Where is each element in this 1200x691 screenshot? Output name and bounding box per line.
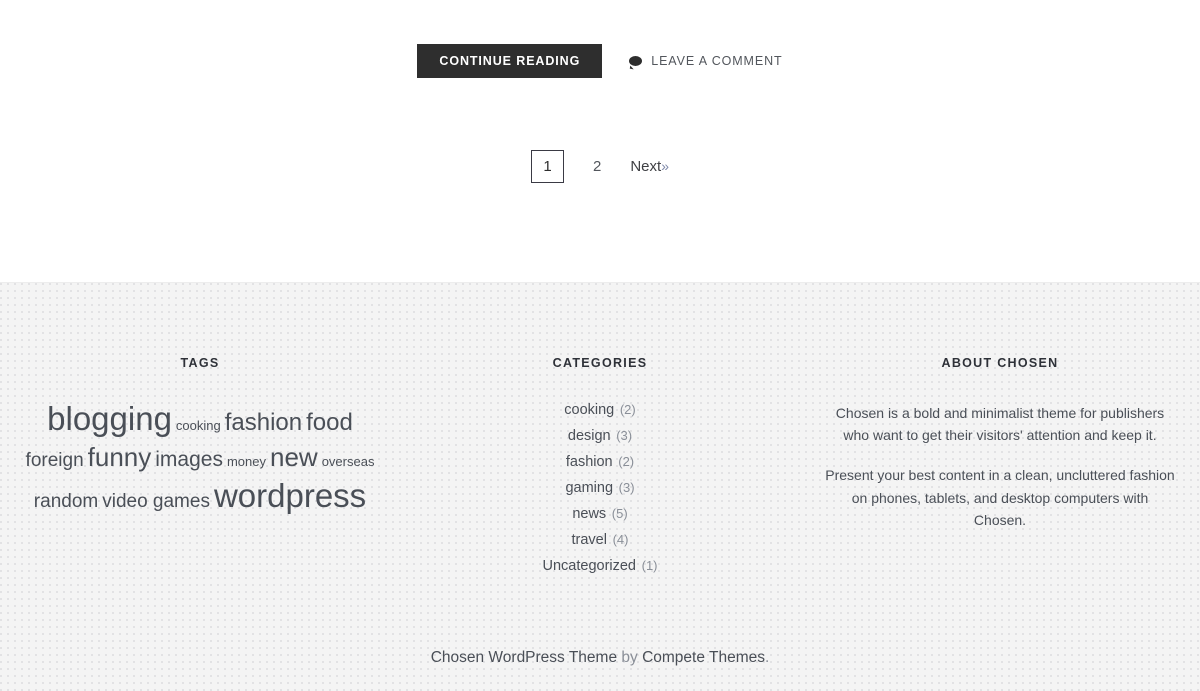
category-link-news[interactable]: news	[572, 506, 606, 522]
pagination-page-2[interactable]: 2	[593, 159, 601, 174]
tag-link-random[interactable]: random	[34, 492, 98, 512]
pagination: 1 2 Next»	[0, 150, 1200, 183]
category-link-gaming[interactable]: gaming	[565, 480, 613, 496]
category-list-item: cooking (2)	[400, 402, 800, 418]
category-list-item: travel (4)	[400, 532, 800, 548]
tag-link-cooking[interactable]: cooking	[176, 418, 221, 433]
tag-cloud-row: blogging cooking fashion food	[18, 401, 382, 437]
widget-categories: Categories cooking (2) design (3) fashion …	[400, 283, 800, 583]
widget-tags-title: Tags	[180, 356, 220, 370]
tag-link-fashion[interactable]: fashion	[225, 409, 302, 434]
credit-period: .	[764, 648, 770, 666]
tag-link-video-games[interactable]: video games	[102, 492, 210, 512]
category-list-item: news (5)	[400, 506, 800, 522]
category-link-cooking[interactable]: cooking	[564, 402, 614, 418]
about-paragraph-1: Chosen is a bold and minimalist theme fo…	[835, 404, 1165, 444]
category-link-fashion[interactable]: fashion	[566, 454, 613, 470]
widget-about: About Chosen Chosen is a bold and minima…	[800, 283, 1200, 583]
widget-about-title: About Chosen	[941, 356, 1059, 370]
widget-categories-title: Categories	[552, 356, 648, 370]
site-footer: Tags blogging cooking fashion food foreign fu…	[0, 282, 1200, 691]
theme-link[interactable]: Chosen WordPress Theme	[431, 649, 617, 666]
category-link-design[interactable]: design	[568, 428, 611, 444]
category-count: (1)	[638, 557, 658, 573]
widget-tags: Tags blogging cooking fashion food foreign fu…	[0, 283, 400, 583]
credit-by-text: by	[617, 648, 643, 666]
tag-link-funny[interactable]: funny	[88, 443, 152, 471]
pagination-next-link[interactable]: Next»	[630, 159, 669, 174]
post-actions: Continue Reading Leave a Comment	[0, 44, 1200, 78]
tag-link-money[interactable]: money	[227, 455, 266, 469]
tag-cloud-row: random video games wordpress	[18, 479, 382, 514]
tag-link-wordpress[interactable]: wordpress	[214, 479, 366, 514]
pagination-next-label: Next	[630, 158, 662, 175]
author-link[interactable]: Compete Themes	[642, 649, 765, 666]
category-list-item: fashion (2)	[400, 454, 800, 470]
continue-reading-button[interactable]: Continue Reading	[417, 44, 603, 78]
post-footer-area: Continue Reading Leave a Comment 1 2 Nex…	[0, 0, 1200, 282]
category-count: (2)	[616, 401, 636, 417]
tag-link-food[interactable]: food	[306, 409, 353, 434]
category-list-item: Uncategorized (1)	[400, 558, 800, 574]
tag-link-blogging[interactable]: blogging	[47, 401, 172, 437]
leave-a-comment-link[interactable]: Leave a Comment	[629, 54, 782, 68]
category-count: (4)	[608, 531, 629, 547]
about-paragraph-2: Present your best content in a clean, un…	[825, 466, 1175, 529]
category-count: (3)	[612, 427, 633, 443]
category-link-travel[interactable]: travel	[572, 532, 607, 548]
category-count: (2)	[614, 453, 635, 469]
tag-link-images[interactable]: images	[155, 449, 223, 471]
category-list-item: design (3)	[400, 428, 800, 444]
category-list-item: gaming (3)	[400, 480, 800, 496]
footer-credit: Chosen WordPress Theme by Compete Themes…	[0, 648, 1200, 666]
speech-bubble-icon	[629, 55, 643, 66]
tag-cloud-row: foreign funny images money new overseas	[18, 443, 382, 471]
tag-link-overseas[interactable]: overseas	[322, 455, 375, 469]
double-chevron-right-icon: »	[661, 158, 669, 174]
tag-link-new[interactable]: new	[270, 443, 318, 471]
tag-cloud: blogging cooking fashion food foreign funny im…	[18, 401, 382, 515]
footer-widgets: Tags blogging cooking fashion food foreign fu…	[0, 283, 1200, 583]
category-link-uncategorized[interactable]: Uncategorized	[543, 558, 637, 574]
categories-list: cooking (2) design (3) fashion (2) gaming (…	[400, 402, 800, 574]
category-count: (5)	[608, 505, 628, 521]
category-count: (3)	[615, 479, 635, 495]
tag-link-foreign[interactable]: foreign	[26, 451, 84, 471]
leave-a-comment-label: Leave a Comment	[651, 53, 783, 68]
pagination-page-1[interactable]: 1	[531, 150, 564, 183]
